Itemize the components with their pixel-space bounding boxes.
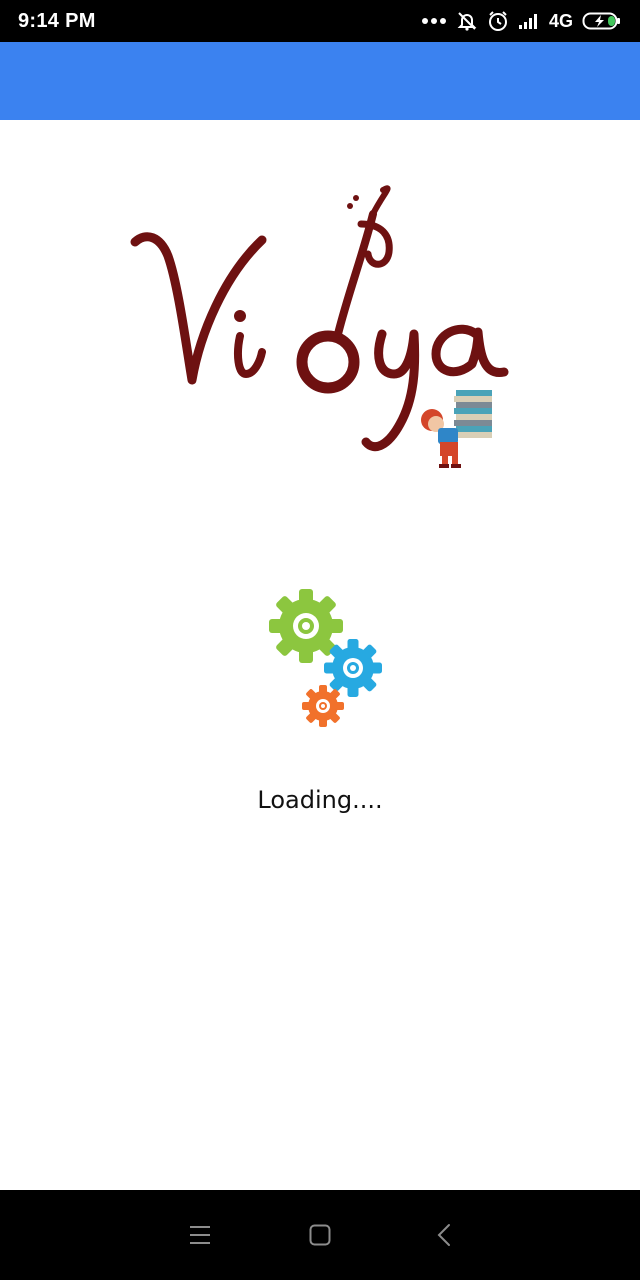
app-bar — [0, 42, 640, 120]
signal-icon — [518, 12, 540, 30]
loading-text: Loading.... — [257, 786, 383, 814]
splash-content: Loading.... — [0, 120, 640, 1190]
recents-button[interactable] — [177, 1212, 223, 1258]
status-bar: 9:14 PM 4G — [0, 0, 640, 42]
home-button[interactable] — [297, 1212, 343, 1258]
more-dots-icon — [421, 16, 447, 26]
navigation-bar — [0, 1190, 640, 1280]
boy-with-books-icon — [421, 390, 492, 468]
menu-icon — [190, 1226, 210, 1244]
alarm-icon — [487, 10, 509, 32]
back-button[interactable] — [421, 1212, 467, 1258]
home-icon — [309, 1224, 331, 1246]
status-time: 9:14 PM — [18, 9, 96, 32]
network-type: 4G — [548, 10, 573, 31]
vidya-logo — [130, 185, 509, 468]
notifications-off-icon — [456, 10, 478, 32]
status-icons: 4G — [421, 10, 622, 32]
battery-charging-icon — [582, 11, 622, 31]
back-icon — [437, 1224, 450, 1246]
loading-gears-icon — [269, 589, 382, 727]
